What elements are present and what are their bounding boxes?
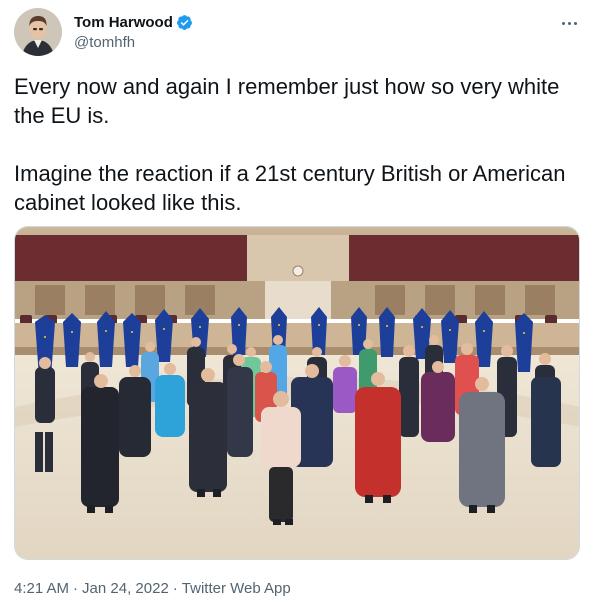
- verified-badge-icon: [176, 14, 193, 31]
- author-handle[interactable]: @tomhfh: [74, 34, 193, 51]
- tweet-footer: 4:21 AM · Jan 24, 2022 · Twitter Web App: [14, 580, 291, 597]
- display-name[interactable]: Tom Harwood: [74, 14, 173, 31]
- avatar[interactable]: [14, 8, 62, 56]
- tweet-time[interactable]: 4:21 AM: [14, 580, 69, 597]
- name-row: Tom Harwood: [74, 13, 193, 32]
- more-options-icon[interactable]: [554, 10, 584, 36]
- avatar-image: [14, 8, 62, 56]
- tweet-photo[interactable]: [14, 226, 580, 560]
- tweet-source[interactable]: Twitter Web App: [182, 580, 291, 597]
- tweet-date[interactable]: Jan 24, 2022: [82, 580, 169, 597]
- footer-separator: ·: [172, 580, 178, 597]
- author-names: Tom Harwood @tomhfh: [74, 13, 193, 51]
- footer-separator: ·: [73, 580, 79, 597]
- tweet-card: Tom Harwood @tomhfh Every now and again …: [0, 0, 596, 611]
- tweet-header: Tom Harwood @tomhfh: [14, 8, 584, 58]
- tweet-text: Every now and again I remember just how …: [14, 74, 566, 215]
- group-photo-image: [15, 227, 579, 559]
